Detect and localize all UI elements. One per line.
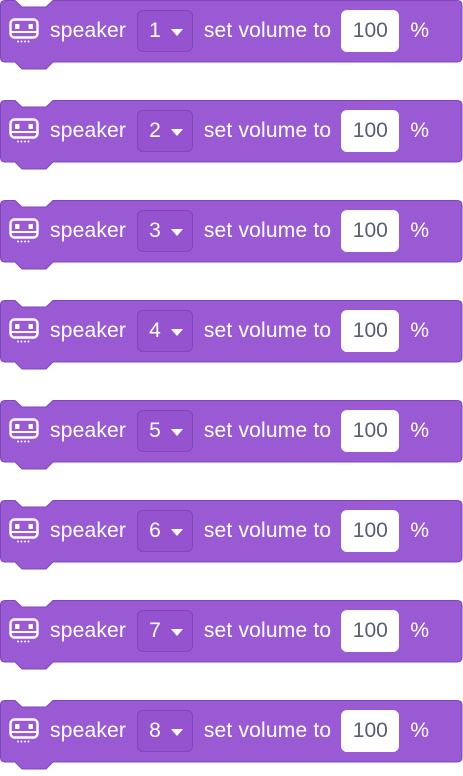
set-volume-label: set volume to [203, 719, 332, 742]
speaker-number: 7 [149, 619, 161, 642]
speaker-label: speaker [50, 619, 127, 642]
speaker-number: 6 [149, 519, 161, 542]
speaker-volume-block-2[interactable]: speaker 2 set volume to 100 % [0, 100, 463, 176]
block-content: speaker 7 set volume to 100 % [0, 600, 429, 662]
robot-icon [9, 418, 39, 444]
set-volume-label: set volume to [203, 19, 332, 42]
speaker-dropdown[interactable]: 7 [137, 610, 193, 652]
percent-label: % [410, 319, 430, 342]
block-content: speaker 2 set volume to 100 % [0, 100, 429, 162]
volume-input[interactable]: 100 [341, 710, 400, 752]
robot-icon [9, 318, 39, 344]
percent-label: % [410, 419, 430, 442]
speaker-volume-block-8[interactable]: speaker 8 set volume to 100 % [0, 700, 463, 776]
speaker-dropdown[interactable]: 8 [137, 710, 193, 752]
caret-down-icon [170, 28, 183, 36]
speaker-dropdown[interactable]: 4 [137, 310, 193, 352]
set-volume-label: set volume to [203, 119, 332, 142]
speaker-number: 2 [149, 119, 161, 142]
speaker-dropdown[interactable]: 6 [137, 510, 193, 552]
volume-input[interactable]: 100 [341, 210, 400, 252]
robot-icon [9, 518, 39, 544]
speaker-number: 1 [149, 19, 161, 42]
set-volume-label: set volume to [203, 319, 332, 342]
volume-input[interactable]: 100 [341, 510, 400, 552]
speaker-volume-block-3[interactable]: speaker 3 set volume to 100 % [0, 200, 463, 276]
robot-icon [9, 218, 39, 244]
speaker-label: speaker [50, 419, 127, 442]
volume-input[interactable]: 100 [341, 610, 400, 652]
volume-input[interactable]: 100 [341, 110, 400, 152]
percent-label: % [410, 719, 430, 742]
caret-down-icon [170, 528, 183, 536]
speaker-volume-block-7[interactable]: speaker 7 set volume to 100 % [0, 600, 463, 676]
speaker-volume-block-4[interactable]: speaker 4 set volume to 100 % [0, 300, 463, 376]
speaker-number: 4 [149, 319, 161, 342]
percent-label: % [410, 19, 430, 42]
speaker-volume-block-1[interactable]: speaker 1 set volume to 100 % [0, 0, 463, 76]
speaker-dropdown[interactable]: 2 [137, 110, 193, 152]
speaker-dropdown[interactable]: 3 [137, 210, 193, 252]
percent-label: % [410, 119, 430, 142]
speaker-dropdown[interactable]: 5 [137, 410, 193, 452]
block-content: speaker 8 set volume to 100 % [0, 700, 429, 762]
volume-input[interactable]: 100 [341, 10, 400, 52]
caret-down-icon [170, 628, 183, 636]
speaker-dropdown[interactable]: 1 [137, 10, 193, 52]
speaker-label: speaker [50, 719, 127, 742]
caret-down-icon [170, 128, 183, 136]
caret-down-icon [170, 228, 183, 236]
robot-icon [9, 118, 39, 144]
robot-icon [9, 718, 39, 744]
caret-down-icon [170, 328, 183, 336]
speaker-label: speaker [50, 119, 127, 142]
block-content: speaker 4 set volume to 100 % [0, 300, 429, 362]
block-content: speaker 5 set volume to 100 % [0, 400, 429, 462]
volume-input[interactable]: 100 [341, 310, 400, 352]
robot-icon [9, 618, 39, 644]
speaker-label: speaker [50, 19, 127, 42]
speaker-label: speaker [50, 519, 127, 542]
speaker-number: 5 [149, 419, 161, 442]
percent-label: % [410, 619, 430, 642]
volume-input[interactable]: 100 [341, 410, 400, 452]
caret-down-icon [170, 428, 183, 436]
speaker-label: speaker [50, 319, 127, 342]
speaker-volume-block-5[interactable]: speaker 5 set volume to 100 % [0, 400, 463, 476]
robot-icon [9, 18, 39, 44]
speaker-label: speaker [50, 219, 127, 242]
speaker-volume-block-6[interactable]: speaker 6 set volume to 100 % [0, 500, 463, 576]
block-content: speaker 1 set volume to 100 % [0, 0, 429, 62]
set-volume-label: set volume to [203, 619, 332, 642]
set-volume-label: set volume to [203, 519, 332, 542]
percent-label: % [410, 519, 430, 542]
speaker-number: 8 [149, 719, 161, 742]
caret-down-icon [170, 728, 183, 736]
block-content: speaker 6 set volume to 100 % [0, 500, 429, 562]
set-volume-label: set volume to [203, 419, 332, 442]
speaker-number: 3 [149, 219, 161, 242]
set-volume-label: set volume to [203, 219, 332, 242]
block-content: speaker 3 set volume to 100 % [0, 200, 429, 262]
percent-label: % [410, 219, 430, 242]
